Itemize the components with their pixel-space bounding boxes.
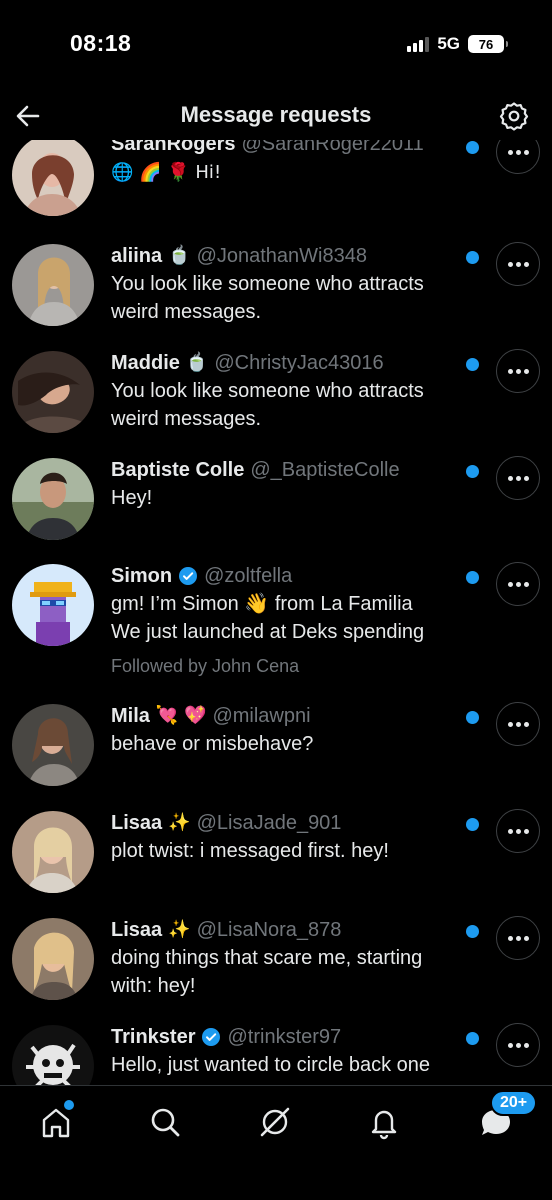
bottom-nav: 20+ (0, 1085, 552, 1200)
unread-dot (466, 925, 479, 938)
message-row[interactable]: Trinkster @trinkster97 Hello, just wante… (0, 1023, 552, 1085)
message-row[interactable]: Lisaa ✨ @LisaJade_901 plot twist: i mess… (0, 809, 552, 915)
sender-handle: @LisaJade_901 (196, 812, 342, 834)
bell-icon (371, 1110, 397, 1140)
avatar[interactable] (12, 811, 94, 893)
message-preview: behave or misbehave? (111, 733, 314, 755)
unread-dot (466, 465, 479, 478)
sender-name: Mila (111, 705, 150, 727)
avatar[interactable] (12, 918, 94, 1000)
sender-name: Lisaa (111, 919, 163, 941)
name-emoji: 🍵 (185, 352, 209, 373)
message-preview: gm! I’m Simon 👋 from La Familia (111, 593, 413, 615)
sender-handle: @ChristyJac43016 (214, 352, 384, 374)
more-options-button[interactable] (496, 916, 540, 960)
unread-dot (466, 571, 479, 584)
unread-dot (466, 141, 479, 154)
gear-icon[interactable] (498, 100, 530, 132)
more-options-button[interactable] (496, 702, 540, 746)
message-preview: Hello, just wanted to circle back one (111, 1054, 431, 1076)
search-icon (151, 1108, 180, 1137)
sender-name: Maddie (111, 352, 180, 374)
unread-dot (466, 358, 479, 371)
message-preview-line2: weird messages. (111, 408, 262, 430)
sender-handle: @_BaptisteColle (250, 459, 400, 481)
unread-dot (466, 818, 479, 831)
more-options-button[interactable] (496, 456, 540, 500)
status-time: 08:18 (70, 30, 132, 56)
more-options-button[interactable] (496, 809, 540, 853)
message-row[interactable]: Lisaa ✨ @LisaNora_878 doing things that … (0, 916, 552, 1022)
signal-icon (407, 36, 430, 52)
message-preview-line2: with: hey! (111, 975, 196, 997)
message-row[interactable]: Mila 💘 💖 @milawpni behave or misbehave? (0, 702, 552, 808)
message-row[interactable]: Maddie 🍵 @ChristyJac43016 You look like … (0, 349, 552, 455)
message-request-list: SarahRogers @SarahRoger22011 🌐 🌈 🌹 Hi! a… (0, 140, 552, 1085)
message-row[interactable]: aliina 🍵 @JonathanWi8348 You look like s… (0, 242, 552, 348)
message-preview: You look like someone who attracts (111, 380, 424, 402)
sender-line: SarahRogers @SarahRoger22011 (111, 140, 460, 158)
sender-handle: @milawpni (212, 705, 311, 727)
name-emoji: 💘 💖 (155, 705, 207, 726)
sender-handle: @JonathanWi8348 (196, 245, 367, 267)
messages-badge: 20+ (490, 1090, 538, 1116)
avatar[interactable] (12, 458, 94, 540)
nav-grok[interactable] (255, 1102, 295, 1142)
verified-badge-icon (202, 1028, 221, 1046)
more-options-button[interactable] (496, 349, 540, 393)
message-preview: You look like someone who attracts (111, 273, 424, 295)
more-options-button[interactable] (496, 242, 540, 286)
nav-home[interactable] (36, 1100, 76, 1142)
page-title: Message requests (180, 102, 372, 127)
more-options-button[interactable] (496, 562, 540, 606)
name-emoji: ✨ (168, 919, 191, 940)
message-row[interactable]: SarahRogers @SarahRoger22011 🌐 🌈 🌹 Hi! (0, 140, 552, 230)
nav-messages[interactable]: 20+ (476, 1090, 538, 1142)
sender-name: Baptiste Colle (111, 459, 245, 481)
name-emoji: ✨ (168, 812, 191, 833)
message-preview-line2: weird messages. (111, 301, 262, 323)
avatar[interactable] (12, 704, 94, 786)
sender-handle: @trinkster97 (227, 1026, 342, 1048)
sender-handle: @SarahRoger22011 (241, 140, 424, 155)
avatar[interactable] (12, 244, 94, 326)
message-preview: doing things that scare me, starting (111, 947, 423, 969)
sender-name: SarahRogers (111, 140, 236, 155)
followed-by-text: Followed by John Cena (111, 656, 300, 676)
message-preview: 🌐 🌈 🌹 Hi! (111, 162, 222, 183)
header: Message requests (0, 92, 552, 140)
battery-icon: 76 (468, 35, 508, 53)
sender-handle: @zoltfella (204, 565, 293, 587)
status-bar: 08:18 5G 76 (0, 0, 552, 92)
name-emoji: 🍵 (168, 245, 191, 266)
network-label: 5G (437, 34, 460, 53)
sender-name: aliina (111, 245, 163, 267)
sender-handle: @LisaNora_878 (196, 919, 342, 941)
status-indicators: 5G 76 (407, 34, 508, 54)
more-options-button[interactable] (496, 140, 540, 174)
unread-dot (466, 711, 479, 724)
avatar[interactable] (12, 140, 94, 216)
battery-level: 76 (478, 36, 494, 52)
home-notification-dot (64, 1100, 74, 1110)
sender-name: Simon (111, 565, 173, 587)
nav-notifications[interactable] (364, 1102, 404, 1142)
message-row[interactable]: Simon @zoltfella gm! I’m Simon 👋 from La… (0, 562, 552, 702)
avatar[interactable] (12, 564, 94, 646)
unread-dot (466, 251, 479, 264)
message-preview: Hey! (111, 487, 153, 509)
grok-icon (260, 1107, 290, 1137)
message-row[interactable]: Baptiste Colle @_BaptisteColle Hey! (0, 456, 552, 562)
message-preview: plot twist: i messaged first. hey! (111, 840, 389, 862)
verified-badge-icon (179, 567, 198, 585)
nav-search[interactable] (145, 1102, 185, 1142)
sender-name: Trinkster (111, 1026, 196, 1048)
avatar[interactable] (12, 1025, 94, 1085)
message-preview-line2: We just launched at Deks spending (111, 621, 425, 643)
sender-name: Lisaa (111, 812, 163, 834)
more-options-button[interactable] (496, 1023, 540, 1067)
unread-dot (466, 1032, 479, 1045)
avatar[interactable] (12, 351, 94, 433)
